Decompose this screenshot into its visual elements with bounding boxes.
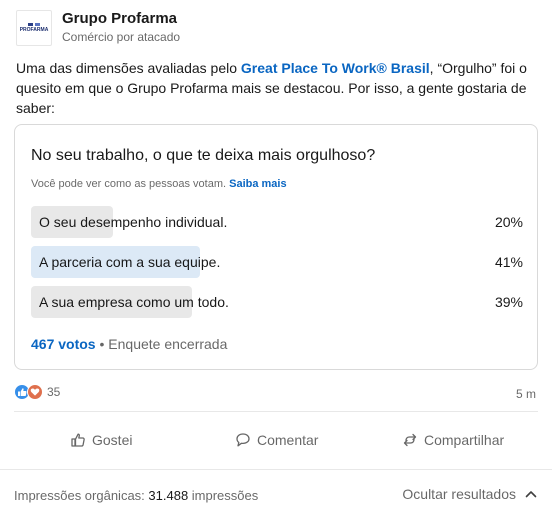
gptw-link[interactable]: Great Place To Work® Brasil xyxy=(241,60,430,76)
thumbs-up-icon xyxy=(71,433,85,447)
like-label: Gostei xyxy=(92,432,133,448)
learn-more-link[interactable]: Saiba mais xyxy=(229,178,286,190)
divider xyxy=(14,411,538,412)
author-name[interactable]: Grupo Profarma xyxy=(62,10,177,27)
feed-post: PROFARMA Grupo Profarma Comércio por ata… xyxy=(0,0,552,518)
post-text-before: Uma das dimensões avaliadas pelo xyxy=(16,60,241,76)
poll-question: No seu trabalho, o que te deixa mais org… xyxy=(31,147,376,164)
poll-option-label: O seu desempenho individual. xyxy=(39,214,228,230)
share-button[interactable]: Compartilhar xyxy=(402,420,504,460)
poll-option-percent: 39% xyxy=(494,294,523,310)
reaction-icons xyxy=(14,384,43,400)
impressions-label: Impressões orgânicas: xyxy=(14,488,149,503)
comment-label: Comentar xyxy=(257,432,319,448)
poll-footer: 467 votos • Enquete encerrada xyxy=(31,336,227,352)
company-logo[interactable]: PROFARMA xyxy=(16,10,52,46)
poll-option: A sua empresa como um todo. 39% xyxy=(31,286,523,318)
reactions-summary[interactable]: 35 xyxy=(14,384,60,400)
share-label: Compartilhar xyxy=(424,432,505,448)
love-icon xyxy=(27,384,43,400)
poll-votes-link[interactable]: 467 votos xyxy=(31,336,96,352)
comment-button[interactable]: Comentar xyxy=(235,420,318,460)
action-bar: Gostei Comentar Compartilhar xyxy=(0,420,552,460)
poll-option-label: A parceria com a sua equipe. xyxy=(39,254,221,270)
impressions-suffix: impressões xyxy=(188,488,259,503)
poll-option-label: A sua empresa como um todo. xyxy=(39,294,229,310)
post-text: Uma das dimensões avaliadas pelo Great P… xyxy=(16,58,536,118)
impressions-count: 31.488 xyxy=(148,488,189,503)
poll-visibility-text: Você pode ver como as pessoas votam. xyxy=(31,178,227,190)
poll-visibility-note: Você pode ver como as pessoas votam. Sai… xyxy=(31,178,287,190)
author-subtitle: Comércio por atacado xyxy=(62,30,181,44)
hide-results-button[interactable]: Ocultar resultados xyxy=(402,486,538,502)
share-icon xyxy=(403,433,417,447)
divider xyxy=(0,469,552,470)
post-timestamp: 5 m xyxy=(515,387,536,401)
poll-option-percent: 41% xyxy=(494,254,523,270)
reaction-count: 35 xyxy=(47,385,61,399)
logo-wordmark: PROFARMA xyxy=(19,27,49,33)
like-button[interactable]: Gostei xyxy=(70,420,132,460)
poll-option: A parceria com a sua equipe. 41% xyxy=(31,246,523,278)
poll-status: Enquete encerrada xyxy=(108,336,228,352)
poll-option: O seu desempenho individual. 20% xyxy=(31,206,523,238)
hide-results-label: Ocultar resultados xyxy=(402,486,516,502)
chevron-up-icon xyxy=(525,491,537,498)
poll-card: No seu trabalho, o que te deixa mais org… xyxy=(14,124,538,370)
poll-option-percent: 20% xyxy=(494,214,523,230)
organic-impressions: Impressões orgânicas: 31.488 impressões xyxy=(14,488,258,503)
poll-separator: • xyxy=(95,336,109,352)
logo-mark xyxy=(28,23,40,26)
comment-icon xyxy=(236,433,250,447)
